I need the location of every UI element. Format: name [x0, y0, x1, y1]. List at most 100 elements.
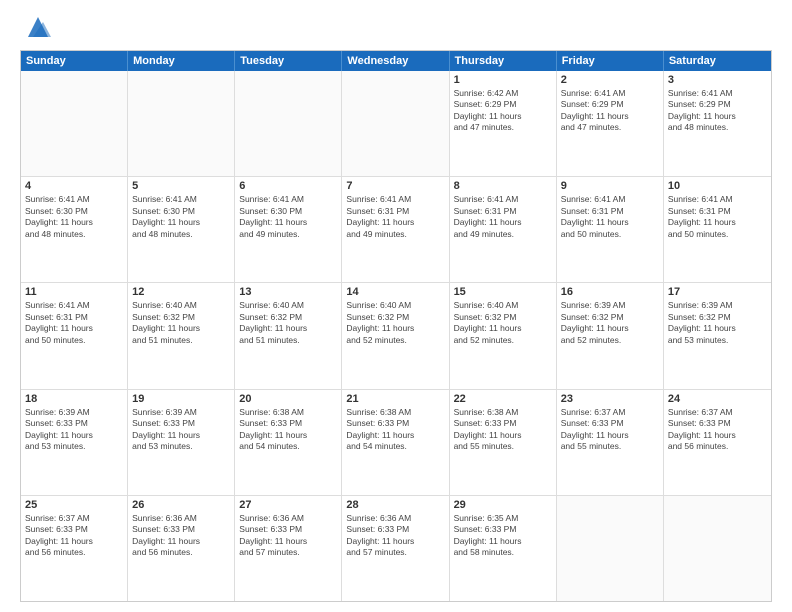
day-info: Sunrise: 6:41 AM Sunset: 6:29 PM Dayligh…: [561, 88, 659, 134]
header-day-saturday: Saturday: [664, 51, 771, 71]
day-number: 28: [346, 499, 444, 511]
day-info: Sunrise: 6:40 AM Sunset: 6:32 PM Dayligh…: [346, 300, 444, 346]
header-day-wednesday: Wednesday: [342, 51, 449, 71]
day-number: 26: [132, 499, 230, 511]
cal-cell: 16 Sunrise: 6:39 AM Sunset: 6:32 PM Dayli…: [557, 283, 664, 388]
calendar-header: SundayMondayTuesdayWednesdayThursdayFrid…: [21, 51, 771, 71]
day-number: 16: [561, 286, 659, 298]
cal-cell: 18 Sunrise: 6:39 AM Sunset: 6:33 PM Dayli…: [21, 390, 128, 495]
day-info: Sunrise: 6:37 AM Sunset: 6:33 PM Dayligh…: [561, 407, 659, 453]
day-number: 24: [668, 393, 767, 405]
day-number: 13: [239, 286, 337, 298]
cal-cell: 27 Sunrise: 6:36 AM Sunset: 6:33 PM Dayli…: [235, 496, 342, 601]
day-number: 21: [346, 393, 444, 405]
cal-cell: 2 Sunrise: 6:41 AM Sunset: 6:29 PM Daylig…: [557, 71, 664, 176]
day-info: Sunrise: 6:38 AM Sunset: 6:33 PM Dayligh…: [454, 407, 552, 453]
cal-cell: 21 Sunrise: 6:38 AM Sunset: 6:33 PM Dayli…: [342, 390, 449, 495]
day-info: Sunrise: 6:40 AM Sunset: 6:32 PM Dayligh…: [454, 300, 552, 346]
day-number: 11: [25, 286, 123, 298]
day-info: Sunrise: 6:36 AM Sunset: 6:33 PM Dayligh…: [132, 513, 230, 559]
day-info: Sunrise: 6:41 AM Sunset: 6:31 PM Dayligh…: [668, 194, 767, 240]
cal-cell: 5Sunrise: 6:41 AM Sunset: 6:30 PM Daylig…: [128, 177, 235, 282]
header-day-thursday: Thursday: [450, 51, 557, 71]
day-info: Sunrise: 6:38 AM Sunset: 6:33 PM Dayligh…: [346, 407, 444, 453]
week-row-2: 11 Sunrise: 6:41 AM Sunset: 6:31 PM Dayli…: [21, 283, 771, 389]
header-day-friday: Friday: [557, 51, 664, 71]
day-info: Sunrise: 6:41 AM Sunset: 6:30 PM Dayligh…: [239, 194, 337, 240]
day-number: 15: [454, 286, 552, 298]
day-number: 27: [239, 499, 337, 511]
cal-cell: 13 Sunrise: 6:40 AM Sunset: 6:32 PM Dayli…: [235, 283, 342, 388]
cal-cell: 19 Sunrise: 6:39 AM Sunset: 6:33 PM Dayli…: [128, 390, 235, 495]
day-info: Sunrise: 6:40 AM Sunset: 6:32 PM Dayligh…: [239, 300, 337, 346]
day-number: 23: [561, 393, 659, 405]
day-number: 14: [346, 286, 444, 298]
day-info: Sunrise: 6:41 AM Sunset: 6:31 PM Dayligh…: [561, 194, 659, 240]
day-number: 29: [454, 499, 552, 511]
cal-cell: 9 Sunrise: 6:41 AM Sunset: 6:31 PM Daylig…: [557, 177, 664, 282]
day-number: 3: [668, 74, 767, 86]
cal-cell: 11 Sunrise: 6:41 AM Sunset: 6:31 PM Dayli…: [21, 283, 128, 388]
cal-cell: 4Sunrise: 6:41 AM Sunset: 6:30 PM Daylig…: [21, 177, 128, 282]
cal-cell: 24 Sunrise: 6:37 AM Sunset: 6:33 PM Dayli…: [664, 390, 771, 495]
day-number: 1: [454, 74, 552, 86]
week-row-0: 1Sunrise: 6:42 AM Sunset: 6:29 PM Daylig…: [21, 71, 771, 177]
day-number: 5: [132, 180, 230, 192]
day-info: Sunrise: 6:36 AM Sunset: 6:33 PM Dayligh…: [346, 513, 444, 559]
day-info: Sunrise: 6:41 AM Sunset: 6:31 PM Dayligh…: [454, 194, 552, 240]
logo: [20, 16, 53, 42]
cal-cell: 7 Sunrise: 6:41 AM Sunset: 6:31 PM Daylig…: [342, 177, 449, 282]
cal-cell: 10Sunrise: 6:41 AM Sunset: 6:31 PM Dayli…: [664, 177, 771, 282]
cal-cell: 3 Sunrise: 6:41 AM Sunset: 6:29 PM Daylig…: [664, 71, 771, 176]
day-info: Sunrise: 6:35 AM Sunset: 6:33 PM Dayligh…: [454, 513, 552, 559]
day-number: 4: [25, 180, 123, 192]
day-number: 8: [454, 180, 552, 192]
header: [20, 16, 772, 42]
day-info: Sunrise: 6:36 AM Sunset: 6:33 PM Dayligh…: [239, 513, 337, 559]
cal-cell: [342, 71, 449, 176]
day-number: 19: [132, 393, 230, 405]
day-info: Sunrise: 6:37 AM Sunset: 6:33 PM Dayligh…: [668, 407, 767, 453]
cal-cell: 22 Sunrise: 6:38 AM Sunset: 6:33 PM Dayli…: [450, 390, 557, 495]
day-info: Sunrise: 6:39 AM Sunset: 6:32 PM Dayligh…: [668, 300, 767, 346]
day-info: Sunrise: 6:40 AM Sunset: 6:32 PM Dayligh…: [132, 300, 230, 346]
day-number: 2: [561, 74, 659, 86]
day-info: Sunrise: 6:37 AM Sunset: 6:33 PM Dayligh…: [25, 513, 123, 559]
day-info: Sunrise: 6:39 AM Sunset: 6:33 PM Dayligh…: [25, 407, 123, 453]
day-info: Sunrise: 6:41 AM Sunset: 6:31 PM Dayligh…: [346, 194, 444, 240]
cal-cell: 12 Sunrise: 6:40 AM Sunset: 6:32 PM Dayli…: [128, 283, 235, 388]
header-day-tuesday: Tuesday: [235, 51, 342, 71]
day-number: 25: [25, 499, 123, 511]
day-number: 12: [132, 286, 230, 298]
header-day-sunday: Sunday: [21, 51, 128, 71]
page: SundayMondayTuesdayWednesdayThursdayFrid…: [0, 0, 792, 612]
day-number: 7: [346, 180, 444, 192]
cal-cell: 23 Sunrise: 6:37 AM Sunset: 6:33 PM Dayli…: [557, 390, 664, 495]
day-info: Sunrise: 6:41 AM Sunset: 6:31 PM Dayligh…: [25, 300, 123, 346]
logo-icon: [23, 12, 53, 42]
calendar-body: 1Sunrise: 6:42 AM Sunset: 6:29 PM Daylig…: [21, 71, 771, 601]
cal-cell: [235, 71, 342, 176]
cal-cell: 29 Sunrise: 6:35 AM Sunset: 6:33 PM Dayli…: [450, 496, 557, 601]
cal-cell: 28 Sunrise: 6:36 AM Sunset: 6:33 PM Dayli…: [342, 496, 449, 601]
week-row-3: 18 Sunrise: 6:39 AM Sunset: 6:33 PM Dayli…: [21, 390, 771, 496]
day-info: Sunrise: 6:39 AM Sunset: 6:32 PM Dayligh…: [561, 300, 659, 346]
day-number: 20: [239, 393, 337, 405]
day-info: Sunrise: 6:39 AM Sunset: 6:33 PM Dayligh…: [132, 407, 230, 453]
cal-cell: [664, 496, 771, 601]
cal-cell: [21, 71, 128, 176]
cal-cell: 15 Sunrise: 6:40 AM Sunset: 6:32 PM Dayli…: [450, 283, 557, 388]
day-number: 18: [25, 393, 123, 405]
cal-cell: 8 Sunrise: 6:41 AM Sunset: 6:31 PM Daylig…: [450, 177, 557, 282]
week-row-1: 4 Sunrise: 6:41 AM Sunset: 6:30 PM Daylig…: [21, 177, 771, 283]
cal-cell: 25 Sunrise: 6:37 AM Sunset: 6:33 PM Dayli…: [21, 496, 128, 601]
day-info: Sunrise: 6:41 AM Sunset: 6:29 PM Dayligh…: [668, 88, 767, 134]
cal-cell: 26 Sunrise: 6:36 AM Sunset: 6:33 PM Dayli…: [128, 496, 235, 601]
cal-cell: 1Sunrise: 6:42 AM Sunset: 6:29 PM Daylig…: [450, 71, 557, 176]
day-number: 9: [561, 180, 659, 192]
cal-cell: 14 Sunrise: 6:40 AM Sunset: 6:32 PM Dayli…: [342, 283, 449, 388]
cal-cell: 17 Sunrise: 6:39 AM Sunset: 6:32 PM Dayli…: [664, 283, 771, 388]
day-number: 17: [668, 286, 767, 298]
day-info: Sunrise: 6:38 AM Sunset: 6:33 PM Dayligh…: [239, 407, 337, 453]
day-number: 22: [454, 393, 552, 405]
